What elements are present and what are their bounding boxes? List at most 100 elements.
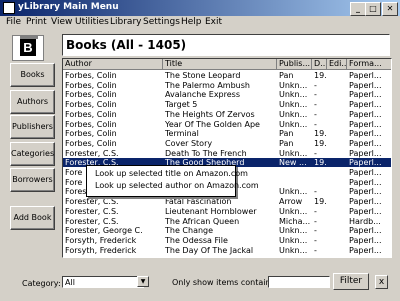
- table-cell: Terminal: [165, 129, 199, 139]
- column-title[interactable]: Title: [163, 59, 277, 70]
- table-cell: Paperl...: [349, 177, 382, 187]
- table-row[interactable]: Forbes, Colin The Heights Of Zervos Unkn..…: [63, 109, 391, 119]
- column-publisher[interactable]: Publis...: [277, 59, 312, 70]
- menu-exit[interactable]: Exit: [205, 17, 222, 27]
- filter-button[interactable]: Filter: [333, 273, 369, 290]
- table-row[interactable]: Forester, C.S. Death To The French Unkn...…: [63, 148, 391, 158]
- table-cell: Paperl...: [349, 90, 382, 100]
- add-book-button[interactable]: Add Book: [10, 206, 55, 230]
- table-cell: Lieutenant Hornblower: [165, 206, 257, 216]
- chevron-down-icon[interactable]: ▼: [137, 276, 149, 287]
- title-bar[interactable]: yLibrary Main Menu _ □ ✕: [0, 0, 400, 16]
- lookup-title-amazon[interactable]: Look up selected title on Amazon.com: [95, 169, 248, 178]
- category-label: Category:: [22, 279, 61, 288]
- table-cell: Paperl...: [349, 168, 382, 177]
- clear-filter-button[interactable]: x: [375, 275, 388, 289]
- menu-file[interactable]: File: [6, 17, 21, 27]
- table-cell: Unkn...: [279, 235, 308, 245]
- table-cell: -: [314, 226, 317, 236]
- column-author[interactable]: Author: [63, 59, 163, 70]
- table-cell: The Day Of The Jackal: [165, 245, 254, 255]
- table-cell: Unkn...: [279, 187, 308, 197]
- table-cell: Paperl...: [349, 187, 382, 197]
- menu-settings[interactable]: Settings: [143, 17, 180, 27]
- table-cell: Forbes, Colin: [65, 109, 117, 119]
- table-cell: The African Queen: [165, 216, 240, 226]
- table-cell: Paperl...: [349, 138, 382, 148]
- table-cell: Unkn...: [279, 245, 308, 255]
- table-cell: Unkn...: [279, 226, 308, 236]
- close-button[interactable]: ✕: [382, 2, 398, 16]
- table-row[interactable]: Forbes, Colin Cover Story Pan 19... Paperl..…: [63, 138, 391, 148]
- table-cell: Avalanche Express: [165, 90, 241, 100]
- table-cell: Fatal Fascination: [165, 197, 232, 207]
- table-cell: Pan: [279, 71, 294, 80]
- column-edition[interactable]: Edi...: [327, 59, 347, 70]
- table-cell: Death To The French: [165, 148, 247, 158]
- table-cell: -: [314, 206, 317, 216]
- books-button[interactable]: Books: [10, 63, 55, 87]
- table-row[interactable]: Forbes, Colin Terminal Pan 19... Paperl...: [63, 129, 391, 139]
- table-cell: Paperl...: [349, 80, 382, 90]
- table-row[interactable]: Forbes, Colin Avalanche Express Unkn... - Pa…: [63, 90, 391, 100]
- table-row[interactable]: Forbes, Colin The Stone Leopard Pan 19... Pa…: [63, 71, 391, 80]
- column-date[interactable]: D...: [312, 59, 327, 70]
- table-cell: -: [314, 235, 317, 245]
- publishers-button[interactable]: Publishers: [10, 115, 55, 139]
- table-cell: -: [314, 119, 317, 129]
- menu-help[interactable]: Help: [181, 17, 202, 27]
- table-row[interactable]: Forbes, Colin The Palermo Ambush Unkn... - P…: [63, 80, 391, 90]
- table-cell: Paperl...: [349, 226, 382, 236]
- table-cell: 19...: [314, 71, 327, 80]
- app-icon: [3, 2, 15, 14]
- table-cell: Paperl...: [349, 100, 382, 110]
- table-cell: -: [314, 109, 317, 119]
- context-menu: Look up selected title on Amazon.com Loo…: [86, 165, 259, 197]
- table-cell: Unkn...: [279, 80, 308, 90]
- table-cell: 19...: [314, 129, 327, 139]
- window-title: yLibrary Main Menu: [18, 2, 119, 12]
- table-row[interactable]: Forsyth, Frederick The Day Of The Jackal U…: [63, 245, 391, 255]
- table-cell: -: [314, 245, 317, 255]
- table-cell: Unkn...: [279, 100, 308, 110]
- table-row[interactable]: Forbes, Colin Year Of The Golden Ape Unkn.…: [63, 119, 391, 129]
- table-cell: 19...: [314, 158, 327, 168]
- table-cell: Paperl...: [349, 158, 382, 168]
- menu-view[interactable]: View: [51, 17, 72, 27]
- table-row[interactable]: Forsyth, Frederick The Odessa File Unkn...…: [63, 235, 391, 245]
- list-header: Author Title Publis... D... Edi... Forma…: [63, 59, 391, 70]
- table-cell: Cover Story: [165, 138, 213, 148]
- table-row[interactable]: Forester, George C. The Change Unkn... - Pap…: [63, 226, 391, 236]
- table-row[interactable]: Forester, C.S. Fatal Fascination Arrow 19..…: [63, 197, 391, 207]
- table-cell: Forbes, Colin: [65, 138, 117, 148]
- table-cell: -: [314, 216, 317, 226]
- menu-print[interactable]: Print: [26, 17, 47, 27]
- table-cell: Forbes, Colin: [65, 90, 117, 100]
- table-cell: Pan: [279, 138, 294, 148]
- table-cell: -: [314, 80, 317, 90]
- table-cell: -: [314, 100, 317, 110]
- borrowers-button[interactable]: Borrowers: [10, 168, 55, 192]
- menu-library[interactable]: Library: [110, 17, 141, 27]
- table-row[interactable]: Forester, C.S. Lieutenant Hornblower Unkn.…: [63, 206, 391, 216]
- authors-button[interactable]: Authors: [10, 90, 55, 114]
- books-list[interactable]: Author Title Publis... D... Edi... Forma…: [62, 58, 392, 258]
- filter-input[interactable]: [268, 276, 330, 288]
- table-cell: Forester, C.S.: [65, 148, 119, 158]
- lookup-author-amazon[interactable]: Look up selected author on Amazon.com: [95, 181, 259, 190]
- maximize-button[interactable]: □: [365, 2, 381, 16]
- menu-utilities[interactable]: Utilities: [75, 17, 109, 27]
- categories-button[interactable]: Categories: [10, 142, 55, 166]
- category-select[interactable]: All: [62, 276, 144, 288]
- table-cell: Unkn...: [279, 206, 308, 216]
- table-cell: -: [314, 90, 317, 100]
- table-row[interactable]: Forester, C.S. The African Queen Micha... -…: [63, 216, 391, 226]
- table-cell: Forbes, Colin: [65, 129, 117, 139]
- table-cell: The Palermo Ambush: [165, 80, 250, 90]
- table-cell: Paperl...: [349, 119, 382, 129]
- table-cell: Target 5: [165, 100, 198, 110]
- table-cell: -: [314, 187, 317, 197]
- minimize-button[interactable]: _: [350, 2, 366, 16]
- column-format[interactable]: Forma...: [347, 59, 391, 70]
- table-row[interactable]: Forbes, Colin Target 5 Unkn... - Paperl...: [63, 100, 391, 110]
